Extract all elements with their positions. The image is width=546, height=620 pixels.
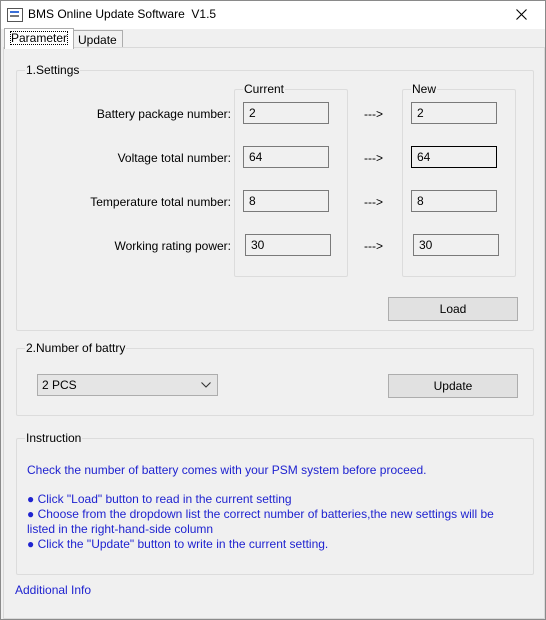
instruction-group-title: Instruction [25, 431, 83, 445]
arrow: ---> [364, 195, 383, 209]
tab-update-label: Update [78, 33, 117, 47]
working-rating-power-label: Working rating power: [114, 239, 232, 253]
instruction-group: Instruction Check the number of battery … [16, 431, 534, 575]
battery-count-dropdown[interactable]: 2 PCS [37, 374, 218, 396]
close-icon [516, 9, 527, 20]
tab-parameter[interactable]: Parameter [4, 28, 75, 49]
close-button[interactable] [499, 1, 545, 29]
title-bar: BMS Online Update Software V1.5 [1, 1, 545, 29]
temperature-total-new-field[interactable]: 8 [411, 190, 497, 212]
battery-count-group: 2.Number of battry 2 PCS Update [16, 341, 534, 416]
load-button[interactable]: Load [388, 297, 518, 321]
chevron-down-icon [201, 382, 211, 388]
app-icon [7, 8, 23, 22]
settings-group: 1.Settings Current New Battery package n… [16, 63, 534, 331]
update-button[interactable]: Update [388, 374, 518, 398]
instruction-intro: Check the number of battery comes with y… [27, 463, 427, 477]
battery-package-new-field[interactable]: 2 [411, 102, 497, 124]
battery-package-label: Battery package number: [96, 107, 231, 121]
voltage-total-new-field[interactable]: 64 [411, 146, 497, 168]
window-title: BMS Online Update Software V1.5 [28, 7, 217, 21]
battery-count-group-title: 2.Number of battry [25, 341, 127, 355]
main-window: BMS Online Update Software V1.5 Paramete… [0, 0, 546, 620]
working-rating-power-new-field[interactable]: 30 [413, 234, 499, 256]
instruction-bullet-update: ● Click the "Update" button to write in … [27, 537, 329, 551]
additional-info-link[interactable]: Additional Info [15, 583, 91, 597]
voltage-total-label: Voltage total number: [117, 151, 231, 165]
parameter-panel: 1.Settings Current New Battery package n… [3, 47, 545, 619]
tab-parameter-label: Parameter [10, 31, 69, 45]
arrow: ---> [364, 151, 383, 165]
temperature-total-current-field[interactable]: 8 [243, 190, 329, 212]
working-rating-power-current-field[interactable]: 30 [245, 234, 331, 256]
settings-group-title: 1.Settings [25, 63, 81, 77]
battery-package-current-field[interactable]: 2 [243, 102, 329, 124]
instruction-bullet-load: ● Click "Load" button to read in the cur… [27, 492, 292, 506]
instruction-bullet-dropdown-cont: listed in the right-hand-side column [27, 522, 214, 536]
voltage-total-current-field[interactable]: 64 [243, 146, 329, 168]
arrow: ---> [364, 239, 383, 253]
current-header: Current [243, 82, 286, 96]
arrow: ---> [364, 107, 383, 121]
tab-strip: Parameter Update [1, 28, 545, 49]
battery-count-selected: 2 PCS [42, 378, 77, 392]
temperature-total-label: Temperature total number: [90, 195, 231, 209]
new-header: New [411, 82, 438, 96]
instruction-bullet-dropdown: ● Choose from the dropdown list the corr… [27, 507, 494, 521]
